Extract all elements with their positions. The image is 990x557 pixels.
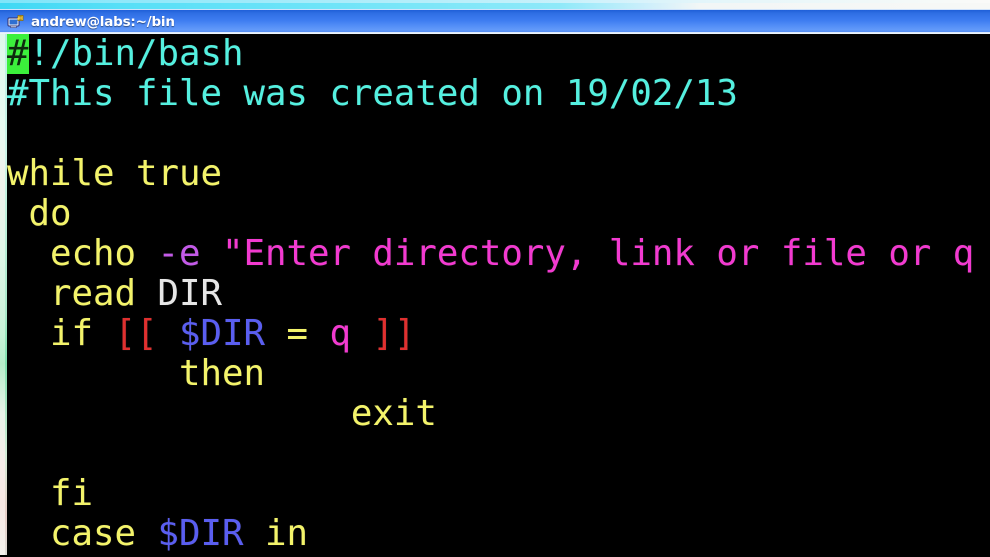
- line-10-exit-seg-0: exit: [7, 393, 437, 434]
- line-8-if-seg-0: if: [7, 313, 115, 354]
- line-13-case-seg-0: case: [7, 513, 158, 554]
- line-5-do: do: [7, 194, 990, 234]
- putty-icon: [7, 13, 25, 31]
- line-7-read-seg-0: read: [7, 273, 158, 314]
- line-6-echo-seg-2: [200, 233, 222, 274]
- line-11-blank: [7, 434, 990, 474]
- line-13-case-seg-1: $DIR: [157, 513, 244, 554]
- line-13-case-seg-2: in: [243, 513, 308, 554]
- line-2-created-comment-seg-0: #This file was created on 19/02/13: [7, 73, 738, 114]
- line-10-exit: exit: [7, 394, 990, 434]
- line-9-then-seg-0: then: [7, 353, 265, 394]
- line-13-case: case $DIR in: [7, 514, 990, 554]
- putty-window: andrew@labs:~/bin #!/bin/bash #This file …: [0, 9, 990, 557]
- line-12-fi-seg-0: fi: [7, 473, 93, 514]
- line-8-if-seg-6: [351, 313, 373, 354]
- desktop-sheen: [0, 0, 990, 3]
- line-1-shebang-seg-0[interactable]: #: [7, 34, 29, 74]
- window-left-border: [0, 34, 7, 555]
- line-1-shebang: #!/bin/bash: [7, 34, 990, 74]
- line-14-case-directory: "directory"): [7, 553, 990, 556]
- line-8-if-seg-7: ]]: [372, 313, 416, 354]
- line-8-if-seg-5: q: [329, 313, 351, 354]
- line-3-blank: [7, 114, 990, 154]
- line-6-echo-seg-0: echo: [7, 233, 158, 274]
- line-14-case-directory-seg-1: "directory"): [114, 553, 372, 556]
- line-12-fi: fi: [7, 474, 990, 514]
- line-8-if-seg-1: [[: [114, 313, 158, 354]
- line-4-while-seg-0: while true: [7, 153, 222, 194]
- line-6-echo-seg-3: "Enter directory, link or file or q t: [221, 233, 990, 274]
- line-14-case-directory-seg-0: [7, 553, 114, 555]
- line-9-then: then: [7, 354, 990, 394]
- line-4-while: while true: [7, 154, 990, 194]
- terminal-screen[interactable]: #!/bin/bash #This file was created on 19/…: [7, 34, 990, 555]
- line-6-echo-seg-1: -e: [157, 233, 201, 274]
- desktop-background-strip: [0, 0, 990, 9]
- line-8-if: if [[ $DIR = q ]]: [7, 314, 990, 354]
- line-8-if-seg-2: [157, 313, 179, 354]
- screen: andrew@labs:~/bin #!/bin/bash #This file …: [0, 0, 990, 557]
- terminal-frame: #!/bin/bash #This file was created on 19/…: [0, 34, 990, 555]
- window-title: andrew@labs:~/bin: [31, 14, 175, 30]
- line-8-if-seg-3: $DIR: [178, 313, 265, 354]
- line-2-created-comment: #This file was created on 19/02/13: [7, 74, 990, 114]
- line-7-read-seg-1: DIR: [157, 273, 222, 314]
- line-5-do-seg-0: do: [7, 193, 72, 234]
- line-8-if-seg-4: =: [264, 313, 330, 354]
- line-7-read: read DIR: [7, 274, 990, 314]
- line-6-echo: echo -e "Enter directory, link or file o…: [7, 234, 990, 274]
- window-titlebar[interactable]: andrew@labs:~/bin: [0, 9, 990, 34]
- terminal-text-buffer: #!/bin/bash #This file was created on 19/…: [7, 34, 990, 555]
- line-1-shebang-seg-1: !/bin/bash: [28, 34, 244, 74]
